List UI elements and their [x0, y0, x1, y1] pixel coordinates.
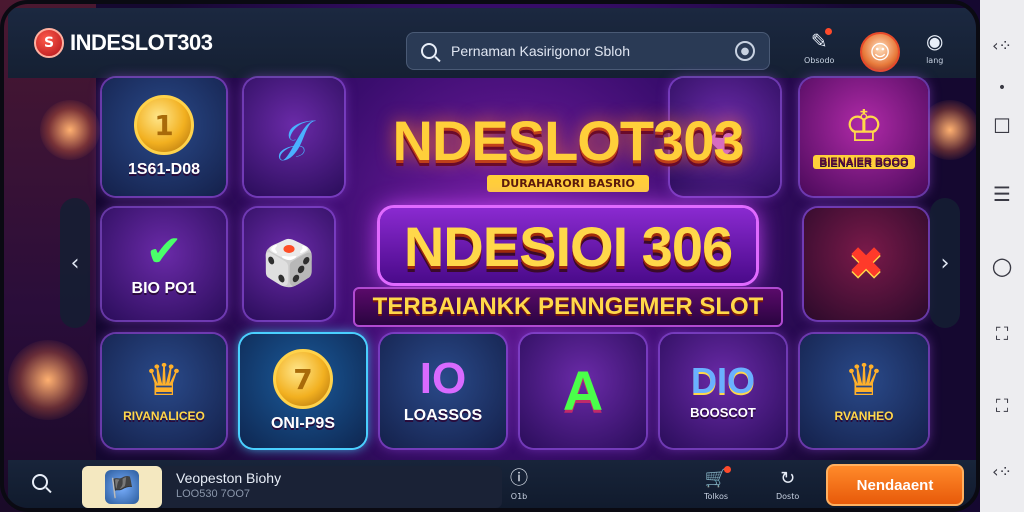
- header-icon-label: lang: [926, 56, 944, 65]
- carousel-next-button[interactable]: ›: [930, 198, 960, 328]
- game-tile[interactable]: ♛ RVANHEO: [800, 334, 928, 448]
- info-label: O1b: [510, 492, 528, 501]
- bookmark-icon: ◉: [926, 29, 944, 53]
- header-icon-label: Obsodo: [804, 56, 835, 65]
- header-icon-language[interactable]: ◉ lang: [926, 30, 943, 65]
- notification-dot: [824, 28, 832, 35]
- game-tile-caption: 1S61-D08: [127, 161, 201, 178]
- current-game-thumbnail[interactable]: 🏴: [82, 466, 162, 508]
- game-art-icon: ♛: [144, 355, 184, 406]
- avatar-icon: ☺: [869, 40, 891, 64]
- banner-subtitle: DURAHARORI BASRIO: [487, 175, 649, 192]
- frame-icon[interactable]: ⛶: [980, 324, 1024, 345]
- frame2-icon[interactable]: ⛶: [980, 396, 1024, 417]
- logo[interactable]: S INDESLOT303: [34, 28, 213, 58]
- cta-button[interactable]: Nendaaent: [826, 464, 964, 506]
- coin-icon: 7: [273, 349, 333, 409]
- bottom-search-button[interactable]: [32, 474, 54, 496]
- avatar[interactable]: ☺: [860, 32, 900, 72]
- banner-title-box: NDESIOI 306: [379, 208, 757, 283]
- refresh-icon: ↻: [780, 468, 796, 489]
- game-tile[interactable]: ♔ BIENAIER BOOO: [800, 78, 928, 196]
- game-tile[interactable]: 1 1S61-D08: [102, 78, 226, 196]
- carousel-prev-button[interactable]: ‹: [60, 198, 90, 328]
- game-tile[interactable]: ♛ RIVANALICEO: [102, 334, 226, 448]
- game-art-icon: 𝒥: [278, 111, 310, 162]
- game-tile-caption: RVANHEO: [834, 409, 894, 423]
- game-art-icon: ✔: [145, 226, 183, 277]
- current-game-info[interactable]: Veopeston Biohy LOO530 7OO7: [162, 466, 502, 508]
- hero-banner[interactable]: NDESLOT303 DURAHARORI BASRIO NDESIOI 306…: [328, 108, 808, 408]
- game-art-icon: 🎲: [261, 238, 317, 289]
- game-tile[interactable]: 🎲: [244, 208, 334, 320]
- system-nav-bar: ‹⁘ • ☐ ☰ ○ ⛶ ⛶ ‹⁘: [980, 0, 1024, 512]
- device-frame: S INDESLOT303 ● ✎ Obsodo ☺ ◉ lang 1 1S61…: [0, 0, 980, 512]
- game-tile[interactable]: ✖: [804, 208, 928, 320]
- game-tile-caption: RIVANALICEO: [123, 409, 205, 423]
- game-tile-caption: ONI-P9S: [270, 415, 335, 432]
- game-tile-caption: BIO PO1: [131, 280, 197, 297]
- game-tile[interactable]: ✔ BIO PO1: [102, 208, 226, 320]
- current-game-name: Veopeston Biohy: [176, 470, 282, 486]
- game-tile-caption: LOASSOS: [403, 407, 483, 424]
- logo-text: INDESLOT303: [70, 30, 213, 55]
- game-art-icon: ♛: [844, 355, 884, 406]
- dot-icon: •: [997, 80, 1007, 96]
- search-icon: [421, 43, 437, 59]
- back2-icon[interactable]: ‹⁘: [980, 462, 1024, 481]
- search-input[interactable]: [451, 43, 735, 59]
- bottom-bar: 🏴 Veopeston Biohy LOO530 7OO7 ⓘ O1b 🛒 To…: [8, 460, 976, 508]
- chevron-right-icon: ›: [940, 250, 950, 276]
- banner-tagline: TERBAIANKK PENNGEMER SLOT: [352, 287, 784, 327]
- game-art-icon: ♔: [844, 101, 884, 152]
- search-bar[interactable]: ●: [406, 32, 770, 70]
- menu-icon[interactable]: ☰: [980, 182, 1024, 206]
- cart-button[interactable]: 🛒 Tolkos: [704, 466, 732, 501]
- back-icon[interactable]: ‹⁘: [980, 36, 1024, 55]
- pin-icon: ✎: [811, 28, 832, 52]
- square-icon[interactable]: ☐: [980, 114, 1024, 138]
- header-icon-pin[interactable]: ✎ Obsodo: [804, 28, 835, 65]
- game-thumbnail-icon: 🏴: [105, 470, 139, 504]
- banner-title-secondary: NDESIOI 306: [403, 215, 733, 278]
- info-button[interactable]: ⓘ O1b: [510, 468, 528, 501]
- voice-search-icon[interactable]: ●: [735, 41, 755, 61]
- current-game-id: LOO530 7OO7: [176, 488, 250, 500]
- game-grid: 1 1S61-D08 𝒥 ◆ ♔ BIENAIER BOOO ✔ BIO PO1…: [92, 78, 928, 458]
- cart-label: Tolkos: [704, 492, 729, 501]
- logo-mark-icon: S: [34, 28, 64, 58]
- chevron-left-icon: ‹: [70, 250, 80, 276]
- game-tile-caption: BIENAIER BOOO: [813, 155, 915, 169]
- search-icon: [32, 474, 48, 490]
- notification-dot: [724, 466, 732, 473]
- game-art-icon: ✖: [847, 238, 885, 289]
- refresh-label: Dosto: [776, 492, 800, 501]
- home-icon[interactable]: ○: [980, 252, 1024, 280]
- app-header: S INDESLOT303 ● ✎ Obsodo ☺ ◉ lang: [8, 8, 976, 78]
- coin-icon: 1: [134, 95, 194, 155]
- refresh-button[interactable]: ↻ Dosto: [776, 468, 799, 501]
- info-icon: ⓘ: [510, 468, 528, 489]
- cart-icon: 🛒: [705, 466, 732, 490]
- banner-title-primary: NDESLOT303: [392, 109, 745, 172]
